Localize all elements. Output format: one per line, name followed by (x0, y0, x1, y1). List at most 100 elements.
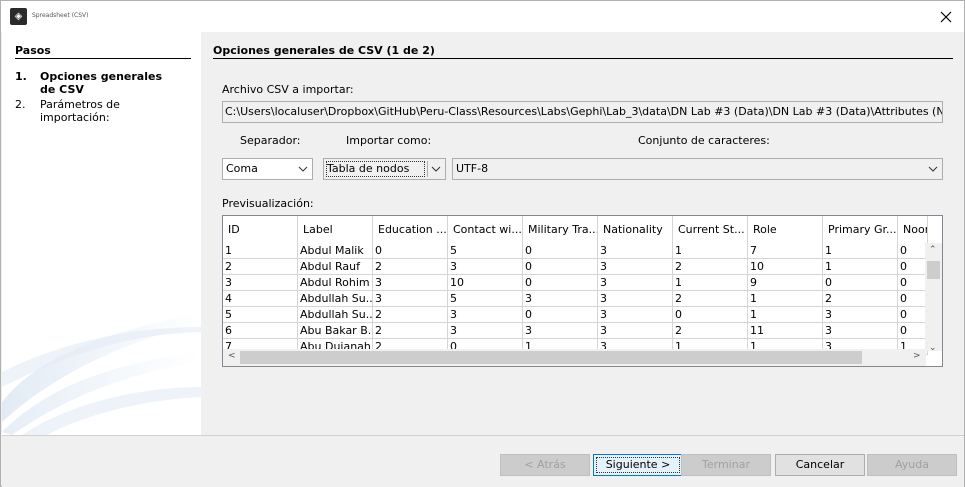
table-cell[interactable]: 3 (373, 275, 448, 291)
table-cell[interactable]: 3 (448, 259, 523, 275)
combo-divider (427, 161, 428, 177)
table-cell[interactable]: 0 (523, 243, 598, 259)
page-title: Opciones generales de CSV (1 de 2) (213, 44, 435, 57)
column-header[interactable]: Primary Gr... (823, 216, 898, 243)
table-cell[interactable]: 2 (673, 323, 748, 339)
charset-value: UTF-8 (456, 162, 489, 175)
table-cell[interactable]: 1 (673, 275, 748, 291)
table-cell[interactable]: 7 (748, 243, 823, 259)
table-cell[interactable]: 3 (598, 259, 673, 275)
table-cell[interactable]: 4 (223, 291, 298, 307)
vertical-scrollbar[interactable]: ⌃ ⌄ (925, 243, 942, 353)
table-cell[interactable]: 3 (448, 323, 523, 339)
charset-select[interactable]: UTF-8 (452, 158, 943, 180)
table-cell[interactable]: 0 (898, 307, 928, 323)
column-header[interactable]: Role (748, 216, 823, 243)
table-row[interactable]: 4 Abdullah Su... 3 5 3 3 2 1 2 0 (223, 291, 928, 307)
table-cell[interactable]: Abdul Rohim (298, 275, 373, 291)
file-path-field[interactable]: C:\Users\localuser\Dropbox\GitHub\Peru-C… (222, 101, 943, 123)
table-cell[interactable]: 3 (523, 323, 598, 339)
vertical-scroll-thumb[interactable] (927, 261, 940, 279)
scroll-left-icon[interactable]: < (228, 351, 236, 361)
table-cell[interactable]: 0 (898, 291, 928, 307)
table-cell[interactable]: 2 (673, 291, 748, 307)
table-cell[interactable]: 5 (223, 307, 298, 323)
column-header[interactable]: ID (223, 216, 298, 243)
table-cell[interactable]: 2 (373, 323, 448, 339)
table-cell[interactable]: 3 (523, 291, 598, 307)
table-row[interactable]: 6 Abu Bakar B... 2 3 3 3 2 11 3 0 (223, 323, 928, 339)
table-cell[interactable]: 0 (373, 243, 448, 259)
table-cell[interactable]: 2 (373, 259, 448, 275)
table-cell[interactable]: 0 (523, 259, 598, 275)
next-button[interactable]: Siguiente > (593, 454, 683, 476)
table-cell[interactable]: 1 (748, 291, 823, 307)
column-header[interactable]: Label (298, 216, 373, 243)
table-cell[interactable]: 0 (523, 307, 598, 323)
table-cell[interactable]: 10 (748, 259, 823, 275)
column-header[interactable]: Current St... (673, 216, 748, 243)
main-panel: Opciones generales de CSV (1 de 2) Archi… (201, 32, 964, 435)
table-cell[interactable]: 0 (898, 243, 928, 259)
column-header[interactable]: Nationality (598, 216, 673, 243)
column-header[interactable]: Noor (898, 216, 928, 243)
table-cell[interactable]: 0 (898, 259, 928, 275)
table-cell[interactable]: 3 (598, 243, 673, 259)
scroll-right-icon[interactable]: > (913, 351, 921, 361)
preview-table[interactable]: ID Label Education ... Contact wi... Mil… (222, 215, 943, 367)
scroll-down-icon[interactable]: ⌄ (929, 343, 937, 353)
table-cell[interactable]: 2 (373, 307, 448, 323)
import-as-select[interactable]: Tabla de nodos (323, 158, 446, 180)
table-cell[interactable]: 0 (673, 307, 748, 323)
finish-button[interactable]: Terminar (681, 454, 771, 476)
table-cell[interactable]: 2 (223, 259, 298, 275)
table-cell[interactable]: 1 (223, 243, 298, 259)
table-cell[interactable]: 3 (823, 307, 898, 323)
table-cell[interactable]: 11 (748, 323, 823, 339)
table-row[interactable]: 5 Abdullah Su... 2 3 0 3 0 1 3 0 (223, 307, 928, 323)
cancel-button[interactable]: Cancelar (775, 454, 865, 476)
back-button[interactable]: < Atrás (500, 454, 590, 476)
column-header[interactable]: Contact wi... (448, 216, 523, 243)
table-cell[interactable]: Abdul Rauf (298, 259, 373, 275)
table-cell[interactable]: 0 (823, 275, 898, 291)
table-row[interactable]: 1 Abdul Malik 0 5 0 3 1 7 1 0 (223, 243, 928, 259)
table-cell[interactable]: 0 (523, 275, 598, 291)
horizontal-scrollbar[interactable]: < > (223, 349, 926, 366)
table-cell[interactable]: 2 (823, 291, 898, 307)
column-header[interactable]: Education ... (373, 216, 448, 243)
column-header[interactable]: Military Tra... (523, 216, 598, 243)
table-cell[interactable]: 2 (673, 259, 748, 275)
table-cell[interactable]: Abdul Malik (298, 243, 373, 259)
help-button[interactable]: Ayuda (867, 454, 957, 476)
table-cell[interactable]: 5 (448, 291, 523, 307)
table-cell[interactable]: 1 (748, 307, 823, 323)
table-cell[interactable]: 3 (448, 307, 523, 323)
separator-select[interactable]: Coma (222, 158, 313, 180)
table-cell[interactable]: 1 (823, 243, 898, 259)
table-cell[interactable]: 10 (448, 275, 523, 291)
table-cell[interactable]: 3 (598, 291, 673, 307)
table-cell[interactable]: Abdullah Su... (298, 291, 373, 307)
separator-label: Separador: (240, 134, 301, 147)
table-cell[interactable]: Abdullah Su... (298, 307, 373, 323)
table-cell[interactable]: 5 (448, 243, 523, 259)
table-cell[interactable]: 9 (748, 275, 823, 291)
table-cell[interactable]: 3 (823, 323, 898, 339)
horizontal-scroll-thumb[interactable] (240, 351, 862, 364)
table-cell[interactable]: 3 (373, 291, 448, 307)
table-cell[interactable]: 0 (898, 323, 928, 339)
table-cell[interactable]: 0 (898, 275, 928, 291)
table-cell[interactable]: 3 (223, 275, 298, 291)
table-cell[interactable]: 3 (598, 307, 673, 323)
scroll-up-icon[interactable]: ⌃ (929, 245, 937, 255)
table-cell[interactable]: 3 (598, 323, 673, 339)
table-row[interactable]: 3 Abdul Rohim 3 10 0 3 1 9 0 0 (223, 275, 928, 291)
table-row[interactable]: 2 Abdul Rauf 2 3 0 3 2 10 1 0 (223, 259, 928, 275)
table-cell[interactable]: Abu Bakar B... (298, 323, 373, 339)
table-cell[interactable]: 3 (598, 275, 673, 291)
table-cell[interactable]: 1 (823, 259, 898, 275)
table-cell[interactable]: 6 (223, 323, 298, 339)
close-icon[interactable] (934, 5, 958, 29)
table-cell[interactable]: 1 (673, 243, 748, 259)
